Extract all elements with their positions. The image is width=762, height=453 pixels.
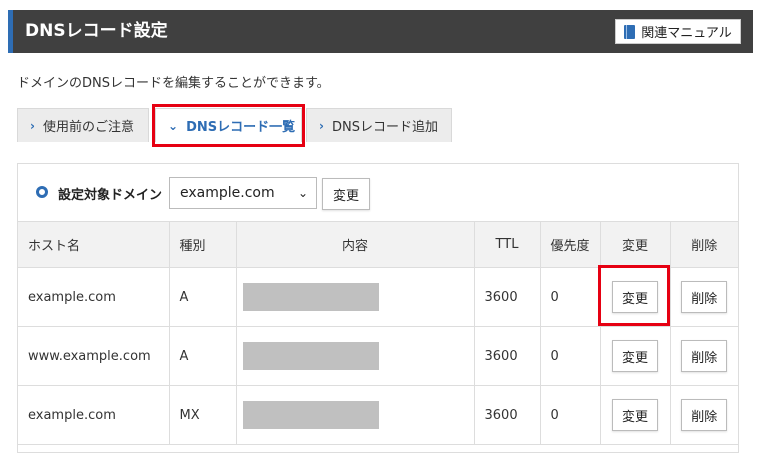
delete-button[interactable]: 削除: [681, 281, 728, 313]
edit-button[interactable]: 変更: [612, 340, 658, 372]
host-cell: example.com: [18, 267, 170, 327]
manual-button-label: 関連マニュアル: [641, 26, 732, 41]
type-cell: A: [169, 326, 237, 386]
host-cell: www.example.com: [18, 326, 170, 386]
redacted-content: [242, 342, 379, 370]
edit-cell: 変更: [600, 385, 671, 445]
table-row: www.example.com A 3600 0 変更 削除: [18, 326, 738, 386]
table-header-row: ホスト名 種別 内容 TTL 優先度 変更 削除: [18, 222, 738, 268]
delete-cell: 削除: [670, 385, 738, 445]
tab-label: 使用前のご注意: [42, 120, 134, 135]
dns-records-table: ホスト名 種別 内容 TTL 優先度 変更 削除 example.com A 3…: [18, 222, 738, 445]
ttl-cell: 3600: [474, 267, 541, 327]
host-cell: example.com: [18, 385, 170, 445]
table-row: example.com MX 3600 0 変更 削除: [18, 385, 738, 445]
page-header: DNSレコード設定 関連マニュアル: [8, 10, 753, 53]
edit-button[interactable]: 変更: [612, 399, 658, 431]
column-header-content: 内容: [236, 222, 475, 268]
delete-cell: 削除: [670, 267, 738, 327]
column-header-priority: 優先度: [540, 222, 601, 268]
domain-select-value: example.com: [180, 185, 275, 201]
radio-icon[interactable]: [36, 186, 48, 198]
chevron-right-icon: ›: [30, 118, 35, 133]
highlight-box: [152, 104, 305, 147]
chevron-right-icon: ›: [319, 118, 324, 133]
redacted-content: [242, 283, 379, 311]
priority-cell: 0: [540, 326, 601, 386]
column-header-host: ホスト名: [18, 222, 170, 268]
domain-selector-row: 設定対象ドメイン example.com ⌄ 変更: [18, 164, 738, 222]
tab-dns-record-add[interactable]: › DNSレコード追加: [306, 108, 452, 142]
column-header-type: 種別: [169, 222, 237, 268]
type-cell: A: [169, 267, 237, 327]
domain-change-button[interactable]: 変更: [322, 178, 370, 210]
column-header-edit: 変更: [600, 222, 671, 268]
domain-select[interactable]: example.com ⌄: [169, 177, 317, 209]
ttl-cell: 3600: [474, 385, 541, 445]
page-title: DNSレコード設定: [25, 21, 168, 41]
type-cell: MX: [169, 385, 237, 445]
manual-button[interactable]: 関連マニュアル: [615, 19, 741, 44]
book-icon: [624, 24, 636, 39]
delete-cell: 削除: [670, 326, 738, 386]
chevron-down-icon: ⌄: [297, 186, 308, 200]
highlight-box: [598, 265, 670, 326]
page-description: ドメインのDNSレコードを編集することができます。: [17, 76, 330, 91]
column-header-ttl: TTL: [474, 222, 541, 268]
content-cell: [236, 385, 475, 445]
redacted-content: [242, 401, 379, 429]
tab-label: DNSレコード追加: [331, 120, 438, 135]
ttl-cell: 3600: [474, 326, 541, 386]
delete-button[interactable]: 削除: [681, 399, 728, 431]
edit-cell: 変更: [600, 326, 671, 386]
tab-usage-notes[interactable]: › 使用前のご注意: [17, 108, 149, 142]
column-header-delete: 削除: [670, 222, 738, 268]
content-cell: [236, 326, 475, 386]
priority-cell: 0: [540, 267, 601, 327]
domain-label: 設定対象ドメイン: [58, 188, 163, 203]
content-cell: [236, 267, 475, 327]
delete-button[interactable]: 削除: [681, 340, 728, 372]
priority-cell: 0: [540, 385, 601, 445]
